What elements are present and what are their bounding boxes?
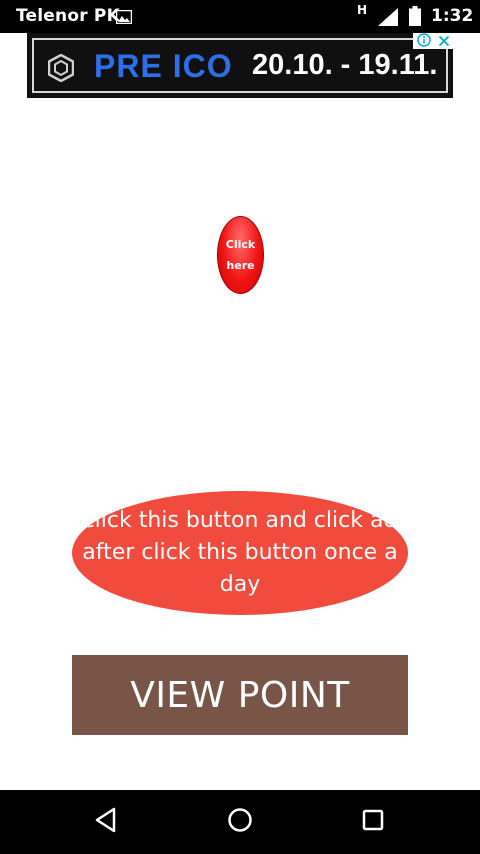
ad-dates-text: 20.10. - 19.11.	[252, 49, 438, 81]
status-bar: Telenor PK H 1:32	[0, 0, 480, 33]
home-button[interactable]	[220, 802, 260, 842]
click-here-button[interactable]: Click here	[217, 216, 264, 294]
view-point-label: VIEW POINT	[130, 674, 350, 716]
back-icon	[94, 807, 118, 837]
ad-info-icon[interactable]	[416, 32, 431, 51]
ad-content[interactable]: PRE ICO 20.10. - 19.11.	[32, 38, 448, 93]
network-type: H	[357, 3, 368, 17]
daily-click-label: click this button and click ad after cli…	[82, 508, 398, 597]
ad-close-icon[interactable]	[438, 32, 450, 51]
daily-click-button[interactable]: click this button and click ad after cli…	[72, 491, 408, 615]
recents-button[interactable]	[353, 802, 393, 842]
view-point-button[interactable]: VIEW POINT	[72, 655, 408, 735]
back-button[interactable]	[86, 802, 126, 842]
carrier-name: Telenor PK	[16, 6, 120, 26]
navigation-bar	[0, 790, 480, 854]
ad-brand-text: PRE ICO	[94, 48, 233, 84]
signal-icon	[378, 8, 398, 30]
recents-icon	[361, 808, 385, 836]
ico-logo-icon	[47, 53, 75, 86]
home-icon	[227, 807, 253, 837]
clock: 1:32	[431, 6, 474, 26]
click-here-label: Click here	[225, 238, 256, 272]
ad-banner[interactable]: PRE ICO 20.10. - 19.11.	[27, 32, 453, 98]
ad-controls[interactable]	[413, 32, 453, 51]
gallery-icon	[115, 9, 133, 28]
battery-icon	[409, 6, 421, 30]
